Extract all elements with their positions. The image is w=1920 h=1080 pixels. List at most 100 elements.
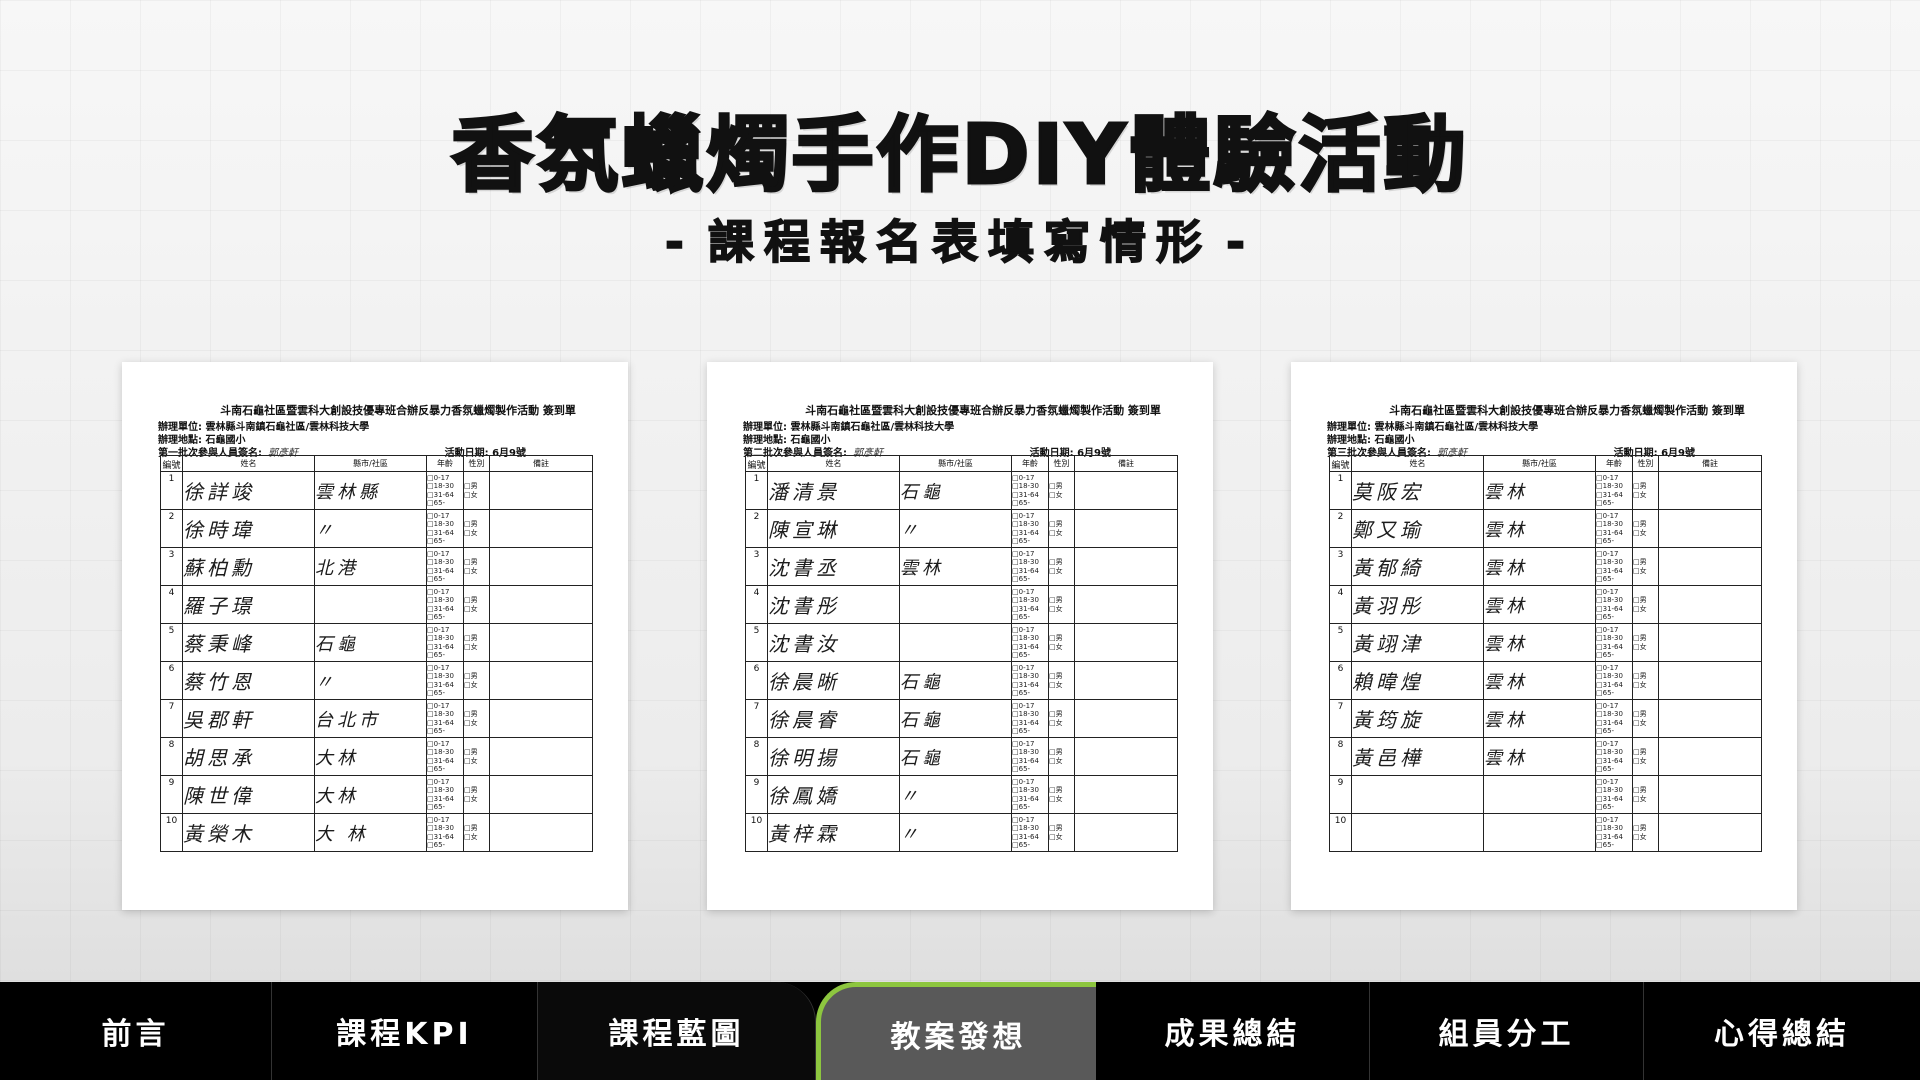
row-name-signature: 陳世偉	[182, 775, 315, 814]
row-age-options: □0-17 □18-30 □31-64 □65-	[1595, 737, 1633, 776]
row-area: 雲林	[1483, 509, 1596, 548]
row-sex-options: □男 □女	[1048, 813, 1075, 852]
col-header-note: 備註	[1658, 455, 1762, 472]
row-name-signature: 黃羽彤	[1351, 585, 1484, 624]
table-row: 2 陳宣琳〃 □0-17 □18-30 □31-64 □65- □男 □女	[745, 509, 1178, 548]
row-area: 〃	[899, 509, 1012, 548]
row-age-options: □0-17 □18-30 □31-64 □65-	[426, 623, 464, 662]
table-row: 5 黃翊津 雲林 □0-17 □18-30 □31-64 □65- □男 □女	[1329, 623, 1762, 662]
col-header-name: 姓名	[1351, 455, 1484, 472]
row-age-options: □0-17 □18-30 □31-64 □65-	[1011, 471, 1049, 510]
row-area: 雲林	[1483, 737, 1596, 776]
row-number: 6	[160, 661, 183, 700]
sheet-venue: 辦理地點: 石龜國小	[743, 435, 831, 446]
signin-sheet-1: 斗南石龜社區暨雲科大創設技優專班合辦反暴力香氛蠟燭製作活動 簽到單 辦理單位: 雲…	[122, 362, 628, 910]
nav-tab-reflections[interactable]: 心得總結	[1644, 982, 1920, 1080]
row-name-signature: 莫阪宏	[1351, 471, 1484, 510]
table-row: 3 沈書丞 雲林 □0-17 □18-30 □31-64 □65- □男 □女	[745, 547, 1178, 586]
row-sex-options: □男 □女	[1632, 775, 1659, 814]
row-sex-options: □男 □女	[1632, 585, 1659, 624]
row-note	[1658, 547, 1762, 586]
row-area: 〃	[899, 775, 1012, 814]
row-sex-options: □男 □女	[1632, 547, 1659, 586]
row-number: 3	[745, 547, 768, 586]
row-age-options: □0-17 □18-30 □31-64 □65-	[426, 585, 464, 624]
row-age-options: □0-17 □18-30 □31-64 □65-	[426, 775, 464, 814]
row-number: 3	[160, 547, 183, 586]
row-area: 雲林	[1483, 585, 1596, 624]
nav-tab-intro[interactable]: 前言	[0, 982, 272, 1080]
row-number: 9	[1329, 775, 1352, 814]
row-name-signature: 黃筠旋	[1351, 699, 1484, 738]
table-row: 6 賴暐煌 雲林 □0-17 □18-30 □31-64 □65- □男 □女	[1329, 661, 1762, 700]
sheet-heading: 斗南石龜社區暨雲科大創設技優專班合辦反暴力香氛蠟燭製作活動 簽到單	[220, 404, 576, 417]
row-name-signature: 徐時瑋	[182, 509, 315, 548]
row-name-signature: 沈書丞	[767, 547, 900, 586]
row-number: 4	[745, 585, 768, 624]
table-row: 8 黃邑樺 雲林 □0-17 □18-30 □31-64 □65- □男 □女	[1329, 737, 1762, 776]
row-sex-options: □男 □女	[463, 509, 490, 548]
row-age-options: □0-17 □18-30 □31-64 □65-	[1595, 509, 1633, 548]
row-age-options: □0-17 □18-30 □31-64 □65-	[1595, 585, 1633, 624]
row-name-signature: 徐晨睿	[767, 699, 900, 738]
row-age-options: □0-17 □18-30 □31-64 □65-	[1595, 813, 1633, 852]
row-number: 4	[160, 585, 183, 624]
table-row: 7 黃筠旋 雲林 □0-17 □18-30 □31-64 □65- □男 □女	[1329, 699, 1762, 738]
table-row: 4 羅子璟 □0-17 □18-30 □31-64 □65- □男 □女	[160, 585, 593, 624]
table-row: 7 徐晨睿 石龜 □0-17 □18-30 □31-64 □65- □男 □女	[745, 699, 1178, 738]
col-header-no: 編號	[160, 455, 183, 472]
row-area: 〃	[314, 661, 427, 700]
row-sex-options: □男 □女	[463, 623, 490, 662]
row-note	[489, 775, 593, 814]
row-number: 10	[160, 813, 183, 852]
row-number: 7	[160, 699, 183, 738]
sheet-organizer: 辦理單位: 雲林縣斗南鎮石龜社區/雲林科技大學	[1327, 422, 1539, 433]
row-number: 6	[1329, 661, 1352, 700]
row-name-signature: 胡思承	[182, 737, 315, 776]
row-area: 雲林	[1483, 623, 1596, 662]
row-area: 雲林	[1483, 699, 1596, 738]
nav-tab-blueprint[interactable]: 課程藍圖	[538, 982, 816, 1080]
row-note	[489, 547, 593, 586]
col-header-area: 縣市/社區	[899, 455, 1012, 472]
row-number: 2	[160, 509, 183, 548]
row-sex-options: □男 □女	[1632, 471, 1659, 510]
roster-header-row: 編號 姓名 縣市/社區 年齡 性別 備註	[160, 455, 593, 472]
nav-tab-kpi[interactable]: 課程KPI	[272, 982, 538, 1080]
row-age-options: □0-17 □18-30 □31-64 □65-	[426, 661, 464, 700]
row-note	[1074, 737, 1178, 776]
row-note	[1074, 661, 1178, 700]
row-area	[1483, 775, 1596, 814]
col-header-area: 縣市/社區	[314, 455, 427, 472]
row-sex-options: □男 □女	[463, 661, 490, 700]
table-row: 1 潘清景 石龜 □0-17 □18-30 □31-64 □65- □男 □女	[745, 471, 1178, 510]
nav-tab-results[interactable]: 成果總結	[1096, 982, 1370, 1080]
col-header-age: 年齡	[1595, 455, 1633, 472]
nav-tab-lesson-ideas[interactable]: 教案發想	[816, 982, 1096, 1080]
nav-tab-roles[interactable]: 組員分工	[1370, 982, 1644, 1080]
page-title: 香氛蠟燭手作DIY體驗活動	[450, 107, 1469, 205]
roster-table: 編號 姓名 縣市/社區 年齡 性別 備註 1 徐詳竣 雲林縣 □0-17 □18-30 □31-6…	[160, 455, 593, 852]
table-row: 2 徐時瑋〃 □0-17 □18-30 □31-64 □65- □男 □女	[160, 509, 593, 548]
row-age-options: □0-17 □18-30 □31-64 □65-	[426, 699, 464, 738]
row-note	[1074, 623, 1178, 662]
row-number: 8	[745, 737, 768, 776]
row-sex-options: □男 □女	[1048, 737, 1075, 776]
row-note	[1074, 813, 1178, 852]
row-name-signature: 黃榮木	[182, 813, 315, 852]
row-area: 雲林	[899, 547, 1012, 586]
row-note	[489, 623, 593, 662]
row-name-signature: 蔡竹恩	[182, 661, 315, 700]
row-name-signature: 徐明揚	[767, 737, 900, 776]
row-note	[1658, 471, 1762, 510]
row-sex-options: □男 □女	[463, 547, 490, 586]
row-sex-options: □男 □女	[1048, 509, 1075, 548]
row-area	[314, 585, 427, 624]
row-number: 7	[745, 699, 768, 738]
row-number: 5	[745, 623, 768, 662]
row-age-options: □0-17 □18-30 □31-64 □65-	[1011, 813, 1049, 852]
table-row: 10 黃梓霖〃 □0-17 □18-30 □31-64 □65- □男 □女	[745, 813, 1178, 852]
row-area: 〃	[314, 509, 427, 548]
row-sex-options: □男 □女	[1048, 661, 1075, 700]
sheet-heading: 斗南石龜社區暨雲科大創設技優專班合辦反暴力香氛蠟燭製作活動 簽到單	[805, 404, 1161, 417]
